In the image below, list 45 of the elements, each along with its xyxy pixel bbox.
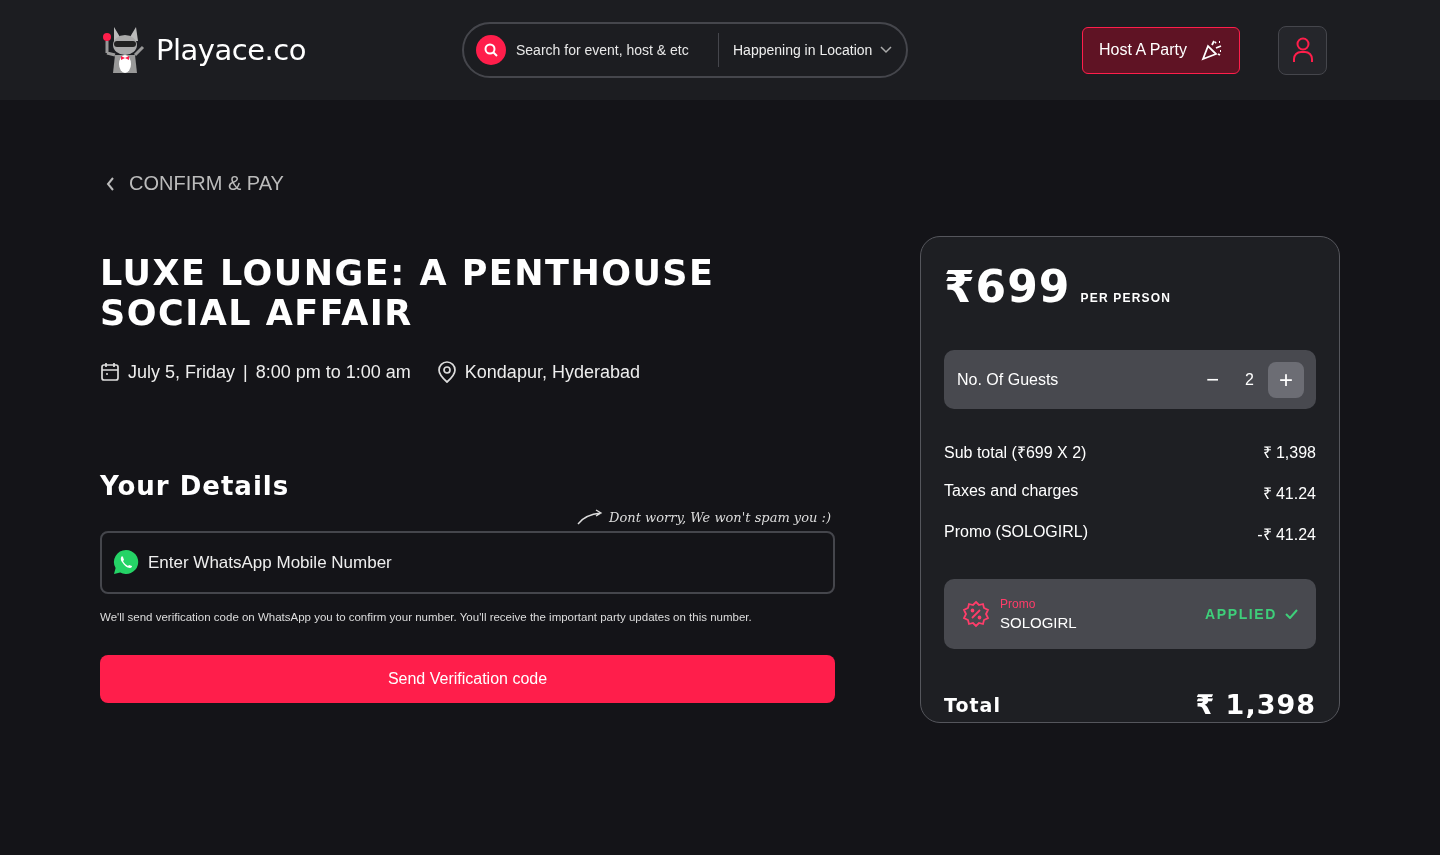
search-field[interactable]: Search for event, host & etc: [514, 41, 704, 59]
section-heading: Your Details: [100, 471, 291, 501]
line-label: Taxes and charges: [944, 482, 1079, 501]
line-amount: ₹ 41.24: [1262, 484, 1316, 504]
decrement-button[interactable]: −: [1200, 366, 1226, 393]
guests-label: No. Of Guests: [957, 370, 1060, 389]
event-location: Kondapur, Hyderabad: [464, 361, 640, 383]
user-icon: [1291, 37, 1314, 63]
party-popper-icon: [1201, 39, 1223, 61]
line-amount: -₹ 41.24: [1257, 525, 1316, 545]
discount-badge-icon: [962, 600, 990, 628]
total-label: Total: [944, 693, 1001, 716]
search-icon: [484, 43, 498, 57]
price-unit: PER PERSON: [1080, 291, 1172, 305]
increment-button[interactable]: +: [1268, 361, 1304, 398]
chevron-down-icon: [880, 46, 893, 54]
phone-field[interactable]: Enter WhatsApp Mobile Number: [100, 531, 835, 594]
note-text: Dont worry, We won't spam you :): [609, 509, 831, 525]
brand-name[interactable]: Playace.co: [156, 33, 306, 67]
event-date: July 5, Friday: [128, 361, 236, 383]
back-link[interactable]: CONFIRM & PAY: [106, 172, 284, 195]
separator-label: |: [243, 361, 248, 383]
whatsapp-icon: [113, 549, 139, 575]
help-text: We'll send verification code on WhatsApp you to confirm your number. You'll receive the important party updates on this number.: [100, 611, 753, 623]
event-title: LUXE LOUNGE: A PENTHOUSE SOCIAL AFFAIR: [100, 253, 716, 333]
guest-count: 2: [1245, 370, 1254, 389]
line-label: Sub total (₹699 X 2): [944, 443, 1087, 463]
event-time: 8:00 pm to 1:00 am: [255, 361, 411, 383]
profile-button[interactable]: [1278, 25, 1327, 75]
promo-label: Promo: [1000, 597, 1037, 611]
price-amount: ₹699: [944, 261, 1071, 312]
calendar-icon: [100, 362, 120, 382]
line-label: Promo (SOLOGIRL): [944, 523, 1089, 542]
arrow-icon: [577, 509, 604, 525]
send-code-button[interactable]: Send Verification code: [100, 655, 835, 703]
search-button[interactable]: [476, 35, 506, 65]
line-amount: ₹ 1,398: [1262, 443, 1316, 463]
location-pin-icon: [436, 361, 457, 383]
promo-status: APPLIED: [1205, 606, 1298, 622]
host-party-button[interactable]: Host A Party: [1081, 26, 1240, 74]
location-dropdown[interactable]: Happening in Location: [733, 42, 893, 58]
check-icon: [1285, 609, 1298, 619]
promo-code: SOLOGIRL: [1000, 614, 1077, 631]
chevron-left-icon: [106, 176, 115, 191]
total-amount: ₹ 1,398: [1195, 689, 1316, 720]
